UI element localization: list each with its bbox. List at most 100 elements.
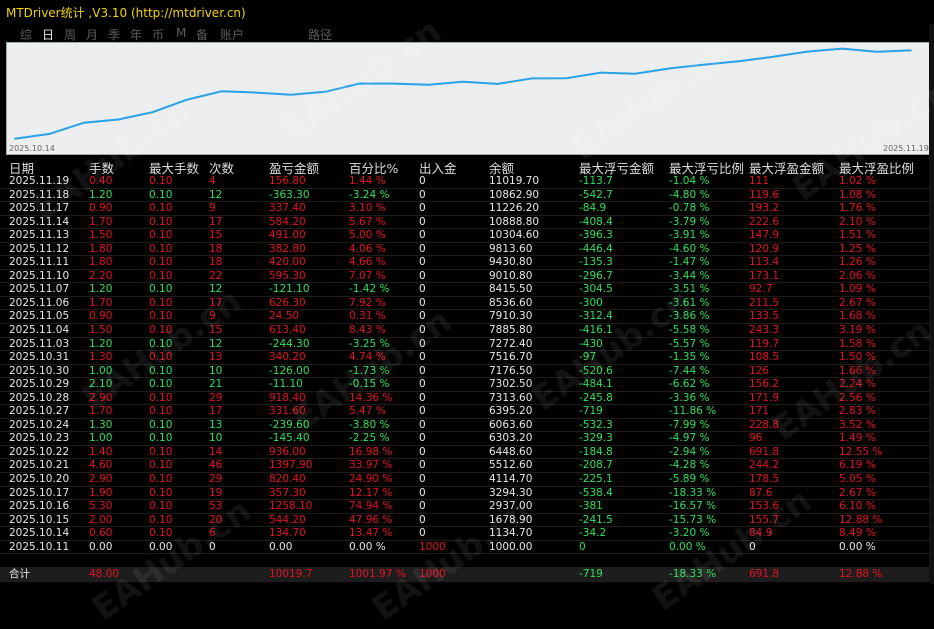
table-row[interactable]: 2025.10.23 1.00 0.10 10 -145.40 -2.25 % 0 6303.… [0,432,934,446]
tab-3[interactable]: 月 [86,26,98,43]
table-row[interactable]: 2025.11.12 1.80 0.10 18 382.80 4.06 % 0 9813.60… [0,243,934,257]
total-cell-4: 10019.7 [269,568,313,580]
tab-0[interactable]: 综 [20,26,32,43]
cell-1: 0.40 [89,175,113,187]
cell-0: 2025.10.30 [9,364,70,377]
cell-6: 0 [419,256,426,269]
cell-10: 111 [749,175,770,187]
cell-11: 1.49 % [839,432,876,445]
cell-7: 4114.70 [489,473,533,486]
table-row[interactable]: 2025.11.17 0.90 0.10 9 337.40 3.10 % 0 11226.20… [0,202,934,216]
cell-7: 6395.20 [489,405,533,418]
table-row[interactable]: 2025.11.14 1.70 0.10 17 584.20 5.67 % 0 10888.8… [0,216,934,230]
cell-5: 4.74 % [349,351,386,364]
cell-1: 1.80 [89,256,113,269]
cell-9: -7.99 % [669,418,710,431]
table-row[interactable]: 2025.10.11 0.00 0.00 0 0.00 0.00 % 1000 1000.00… [0,541,934,555]
table-row[interactable]: 2025.11.06 1.70 0.10 17 626.30 7.92 % 0 8536.60… [0,297,934,311]
table-row[interactable]: 2025.11.03 1.20 0.10 12 -244.30 -3.25 % 0 7272.… [0,338,934,352]
cell-11: 2.56 % [839,391,876,404]
cell-1: 0.60 [89,527,113,540]
cell-8: -241.5 [579,513,613,526]
equity-point [393,82,395,85]
table-row[interactable]: 2025.10.14 0.60 0.10 6 134.70 13.47 % 0 1134.70… [0,527,934,541]
table-row[interactable]: 2025.11.04 1.50 0.10 15 613.40 8.43 % 0 7885.80… [0,324,934,338]
cell-1: 2.20 [89,269,113,282]
cell-10: 87.6 [749,486,773,499]
table-row[interactable]: 2025.10.16 5.30 0.10 53 1258.10 74.94 % 0 2937.… [0,500,934,514]
total-cell-9: -18.33 % [669,568,717,580]
total-cell-11: 12.88 % [839,568,883,580]
cell-6: 0 [419,269,426,282]
cell-10: 96 [749,432,763,445]
tab-4[interactable]: 季 [108,26,120,43]
cell-11: 2.10 % [839,215,876,228]
cell-0: 2025.10.24 [9,418,70,431]
table-row[interactable]: 2025.11.07 1.20 0.10 12 -121.10 -1.42 % 0 8415.… [0,283,934,297]
tab-6[interactable]: 币 [152,26,164,43]
table-row[interactable]: 2025.11.19 0.40 0.10 4 156.80 1.44 % 0 11019.70… [0,175,934,189]
cell-7: 6303.20 [489,432,533,445]
cell-9: -2.94 % [669,445,710,458]
cell-3: 21 [209,378,223,391]
table-row[interactable]: 2025.11.10 2.20 0.10 22 595.30 7.07 % 0 9010.80… [0,270,934,284]
cell-8: -408.4 [579,215,613,228]
cell-8: -300 [579,296,603,309]
cell-9: -3.51 % [669,283,710,296]
table-row[interactable]: 2025.10.17 1.90 0.10 19 357.30 12.17 % 0 3294.3… [0,487,934,501]
cell-5: 4.06 % [349,242,386,255]
table-row[interactable]: 2025.11.11 1.80 0.10 18 420.00 4.66 % 0 9430.80… [0,256,934,270]
cell-7: 7313.60 [489,391,533,404]
cell-9: -4.28 % [669,459,710,472]
tab-9[interactable]: 账户 [220,26,244,43]
cell-10: 119.7 [749,337,780,350]
equity-point [737,60,740,62]
cell-2: 0.10 [149,391,173,404]
cell-6: 0 [419,215,426,228]
cell-9: -3.86 % [669,310,710,323]
cell-4: 337.40 [269,202,306,215]
equity-point [427,84,430,86]
vertical-scrollbar[interactable] [929,24,934,584]
cell-8: -304.5 [579,283,613,296]
cell-6: 0 [419,175,426,187]
equity-point [358,82,361,85]
cell-9: -3.36 % [669,391,710,404]
cell-3: 15 [209,229,223,242]
tab-2[interactable]: 周 [64,26,76,43]
table-row[interactable]: 2025.10.31 1.30 0.10 13 340.20 4.74 % 0 7516.70… [0,351,934,365]
cell-11: 3.19 % [839,324,876,337]
cell-6: 0 [419,351,426,364]
table-row[interactable]: 2025.10.27 1.70 0.10 17 331.60 5.47 % 0 6395.20… [0,405,934,419]
cell-2: 0.10 [149,351,173,364]
table-row[interactable]: 2025.10.22 1.40 0.10 14 936.00 16.98 % 0 6448.6… [0,446,934,460]
table-row[interactable]: 2025.10.15 2.00 0.10 20 544.20 47.96 % 0 1678.9… [0,514,934,528]
tab-5[interactable]: 年 [130,26,142,43]
table-row[interactable]: 2025.11.18 1.20 0.10 12 -363.30 -3.24 % 0 10862… [0,189,934,203]
cell-8: -208.7 [579,459,613,472]
cell-8: -184.8 [579,445,613,458]
table-row[interactable]: 2025.10.20 2.90 0.10 29 820.40 24.90 % 0 4114.7… [0,473,934,487]
cell-0: 2025.10.15 [9,513,70,526]
tab-8[interactable]: 备 [196,26,208,43]
total-cell-6: 1000 [419,568,446,580]
cell-9: -4.60 % [669,242,710,255]
tab-10[interactable]: 路径 [308,26,332,43]
table-row[interactable]: 2025.10.21 4.60 0.10 46 1397.90 33.97 % 0 5512.… [0,459,934,474]
table-row[interactable]: 2025.10.29 2.10 0.10 21 -11.10 -0.15 % 0 7302.5… [0,378,934,392]
cell-0: 2025.10.11 [9,540,70,553]
table-row[interactable]: 2025.10.30 1.00 0.10 10 -126.00 -1.73 % 0 7176.… [0,365,934,379]
cell-10: 691.8 [749,445,780,458]
cell-7: 7176.50 [489,364,533,377]
cell-1: 1.30 [89,351,113,364]
cell-9: -15.73 % [669,513,717,526]
cell-11: 2.67 % [839,296,876,309]
tab-1[interactable]: 日 [42,26,54,43]
table-row[interactable]: 2025.11.13 1.50 0.10 15 491.00 5.00 % 0 10304.6… [0,229,934,243]
table-row[interactable]: 2025.11.05 0.90 0.10 9 24.50 0.31 % 0 7910.30 -3… [0,310,934,325]
chart-end-label: 2025.11.19 [883,144,929,153]
tab-7[interactable]: M [176,26,186,40]
table-row[interactable]: 2025.10.28 2.90 0.10 29 918.40 14.36 % 0 7313.6… [0,392,934,406]
table-row[interactable]: 2025.10.24 1.30 0.10 13 -239.60 -3.80 % 0 6063.… [0,419,934,433]
cell-3: 46 [209,459,223,472]
